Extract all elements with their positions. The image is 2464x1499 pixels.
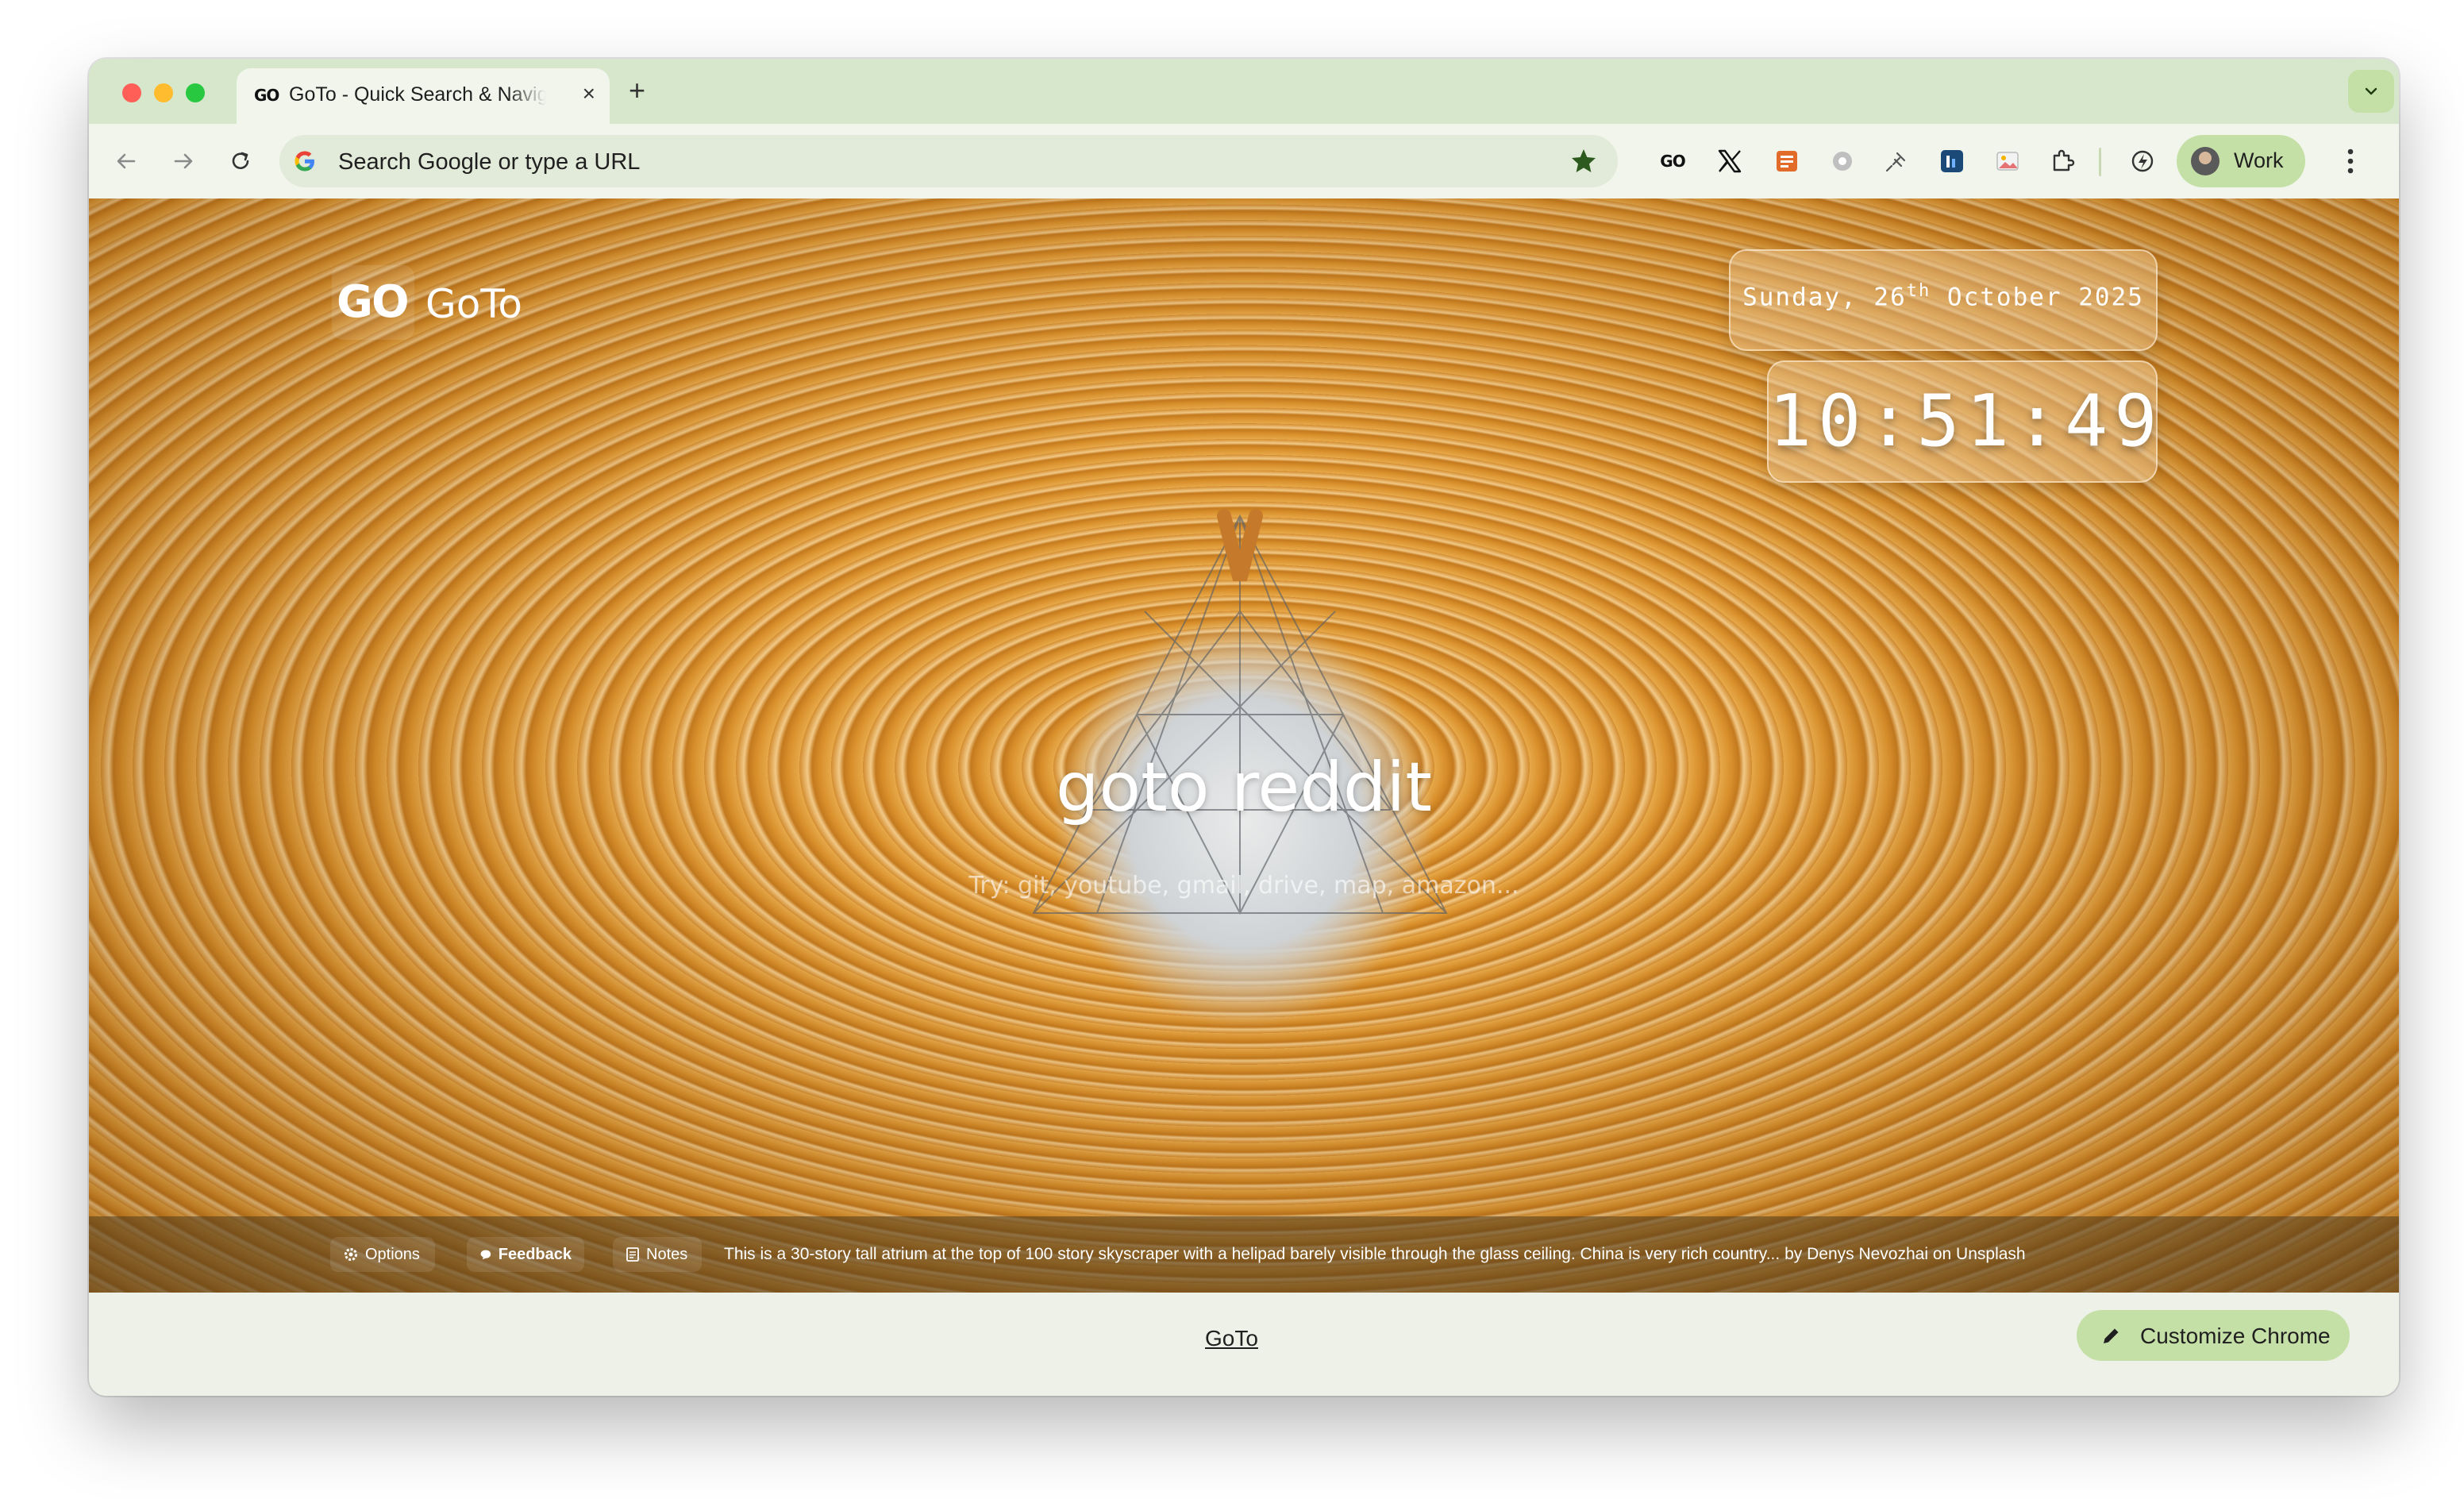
credit-on: on (1932, 1245, 1952, 1263)
gray-app-icon[interactable] (1826, 145, 1859, 178)
notes-label: Notes (646, 1245, 688, 1263)
notes-button[interactable]: Notes (613, 1237, 702, 1272)
puzzle-icon[interactable] (2046, 145, 2080, 178)
bookmark-star-icon[interactable] (1569, 146, 1599, 176)
photos-icon[interactable] (1991, 145, 2024, 178)
photo-source-link[interactable]: Unsplash (1956, 1245, 2026, 1263)
customize-chrome-button[interactable]: Customize Chrome (2077, 1310, 2350, 1361)
goto-ext-icon[interactable]: GO (1656, 145, 1689, 178)
arrow-right-icon (174, 153, 193, 169)
notes-icon (626, 1247, 639, 1262)
browser-window: GO GoTo - Quick Search & Navigation × + (89, 59, 2399, 1396)
chevron-down-icon (2365, 87, 2377, 95)
gear-icon (345, 1248, 357, 1261)
tab-title: GoTo - Quick Search & Navigation (289, 83, 546, 106)
logo-go-text: GO (337, 276, 410, 328)
date-text: Sunday, 26th October 2025 (1742, 281, 2144, 312)
options-label: Options (365, 1245, 420, 1263)
profile-label: Work (2234, 148, 2284, 172)
omnibox-placeholder: Search Google or type a URL (338, 149, 641, 175)
reload-icon (232, 152, 249, 169)
blue-app-icon[interactable] (1935, 145, 1969, 178)
minimize-window-button[interactable] (154, 83, 173, 102)
back-button[interactable] (108, 143, 144, 179)
date-card: Sunday, 26th October 2025 (1729, 249, 2158, 351)
feedback-button[interactable]: Feedback (467, 1237, 584, 1272)
search-hint: Try: git, youtube, gmail, drive, map, am… (968, 872, 1519, 900)
photo-credit: This is a 30-story tall atrium at the to… (724, 1245, 2026, 1264)
tab-search-button[interactable] (2348, 70, 2394, 113)
logo-mark: GO (332, 265, 414, 340)
customize-chrome-label: Customize Chrome (2140, 1324, 2331, 1348)
goto-favicon-icon: GO (254, 86, 279, 105)
toolbar: Search Google or type a URL GO Work (89, 124, 2399, 198)
credit-by: by (1784, 1245, 1803, 1263)
chat-bubble-icon (480, 1250, 491, 1260)
avatar (2191, 147, 2220, 175)
footer-bar: Options Feedback Notes This is a 30-stor… (89, 1216, 2399, 1293)
new-tab-button[interactable]: + (629, 76, 645, 105)
clock-card: 10:51:49 (1767, 360, 2158, 483)
profile-button[interactable]: Work (2177, 135, 2305, 187)
close-window-button[interactable] (122, 83, 141, 102)
tab-close-icon[interactable]: × (583, 81, 595, 106)
photo-author-link[interactable]: Denys Nevozhai (1807, 1245, 1928, 1263)
reload-button[interactable] (222, 143, 259, 179)
photo-caption: This is a 30-story tall atrium at the to… (724, 1245, 1781, 1263)
arrow-left-icon (117, 153, 136, 169)
pin-app-icon[interactable] (1880, 145, 1913, 178)
clock-time: 10:51:49 (1769, 380, 2164, 463)
search-query-text[interactable]: goto reddit (89, 748, 2399, 827)
options-button[interactable]: Options (330, 1237, 435, 1272)
new-tab-page: GO GoTo Sunday, 26th October 2025 10:51:… (89, 198, 2399, 1293)
omnibox[interactable]: Search Google or type a URL (279, 135, 1618, 187)
x-icon[interactable] (1713, 145, 1746, 178)
orange-app-icon[interactable] (1770, 145, 1804, 178)
pencil-icon (2104, 1328, 2119, 1343)
performance-icon[interactable] (2126, 145, 2159, 178)
tab-goto[interactable]: GO GoTo - Quick Search & Navigation × (237, 68, 610, 125)
feedback-label: Feedback (498, 1245, 572, 1263)
bottom-bar: GoTo Customize Chrome (89, 1293, 2399, 1396)
extension-attribution-link[interactable]: GoTo (1205, 1326, 1258, 1351)
more-menu-icon[interactable] (2339, 143, 2362, 179)
tab-strip: GO GoTo - Quick Search & Navigation × + (89, 59, 2399, 125)
google-icon (295, 151, 314, 171)
toolbar-separator (2099, 148, 2101, 176)
maximize-window-button[interactable] (186, 83, 205, 102)
logo-name: GoTo (425, 281, 522, 327)
forward-button[interactable] (165, 143, 202, 179)
